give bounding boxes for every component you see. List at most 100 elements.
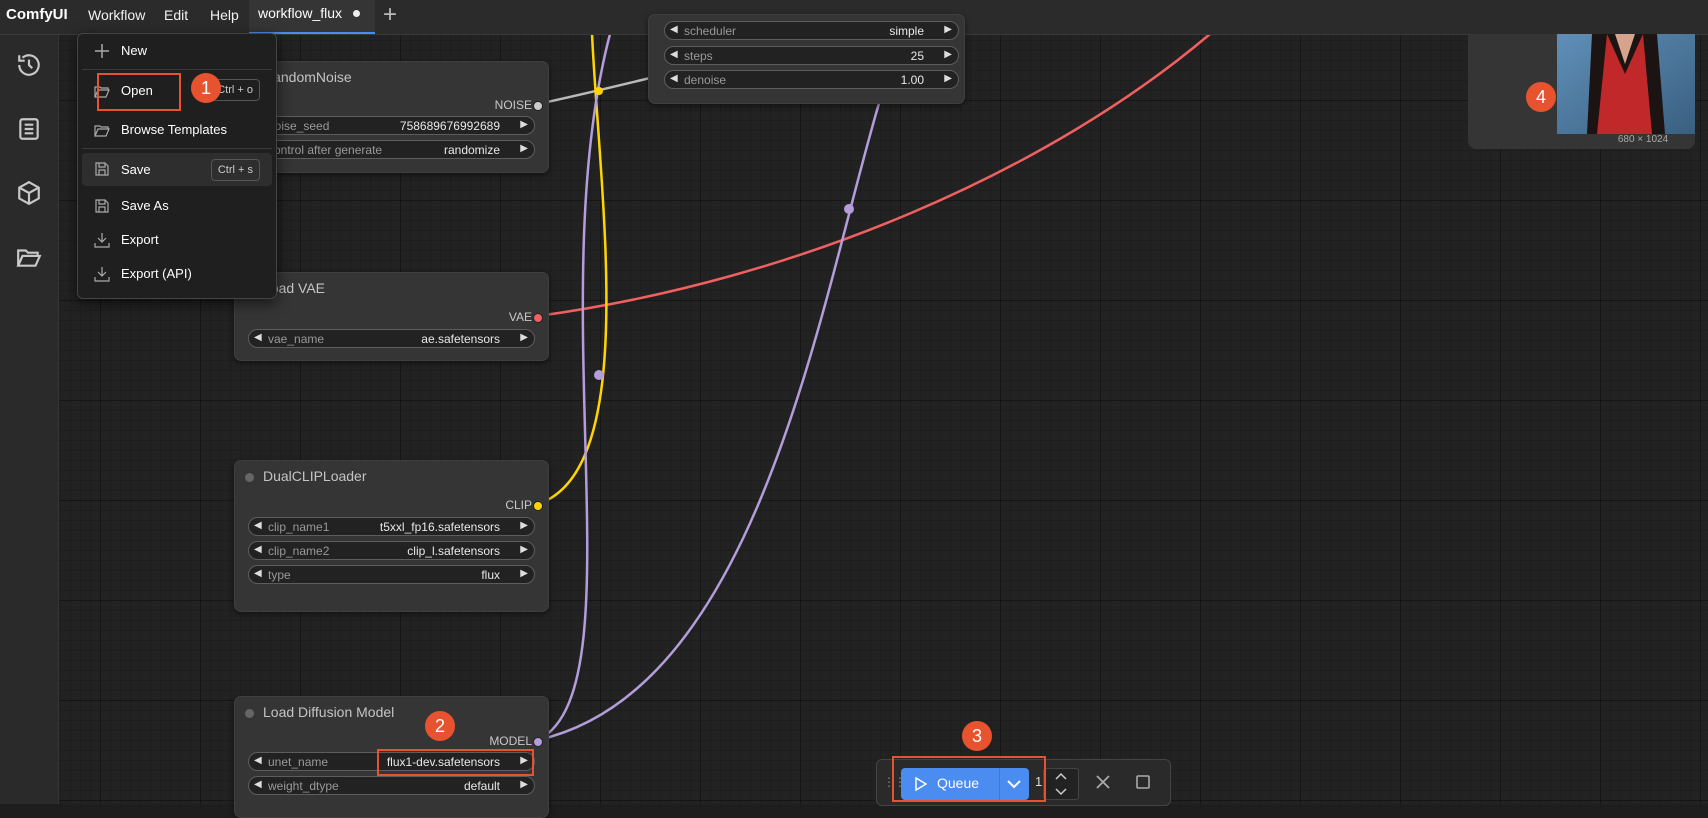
increment-arrow-icon[interactable]: ▶ <box>520 119 528 130</box>
decrement-arrow-icon[interactable]: ◀ <box>254 779 262 790</box>
plus-icon <box>95 44 109 58</box>
scheduler-label: scheduler <box>684 24 737 38</box>
menu-item-label: Browse Templates <box>121 122 227 137</box>
increment-arrow-icon[interactable]: ▶ <box>520 143 528 154</box>
model-library-icon[interactable] <box>16 180 42 206</box>
steps-label: steps <box>684 49 713 63</box>
batch-count-stepper[interactable] <box>1043 768 1079 800</box>
model-output-label: MODEL <box>489 734 532 748</box>
increment-arrow-icon[interactable]: ▶ <box>520 544 528 555</box>
steps-value: 25 <box>910 49 924 63</box>
menu-item-label: Save <box>121 162 151 177</box>
decrement-arrow-icon[interactable]: ◀ <box>254 332 262 343</box>
menu-item-new[interactable]: New <box>82 36 272 66</box>
menu-item-save[interactable]: Save Ctrl + s <box>82 153 272 186</box>
close-icon[interactable] <box>1096 775 1110 789</box>
menu-item-save-as[interactable]: Save As <box>82 191 272 221</box>
menu-item-browse-templates[interactable]: Browse Templates <box>82 115 272 145</box>
decrement-arrow-icon[interactable]: ◀ <box>254 755 262 766</box>
annotation-queue-highlight <box>892 756 1046 802</box>
model-link-2 <box>537 99 882 742</box>
preview-size-label: 680 × 1024 <box>1617 134 1669 145</box>
vae-output-port[interactable] <box>533 313 543 323</box>
menu-item-label: Save As <box>121 198 169 213</box>
clip-type-widget[interactable]: ◀ type flux ▶ <box>248 565 535 584</box>
annotation-badge-1: 1 <box>191 73 221 103</box>
vae-name-label: vae_name <box>268 332 325 346</box>
increment-arrow-icon[interactable]: ▶ <box>520 779 528 790</box>
increment-arrow-icon[interactable]: ▶ <box>520 520 528 531</box>
menu-divider <box>82 69 272 70</box>
noise-output-port[interactable] <box>533 101 543 111</box>
menu-item-export[interactable]: Export <box>82 225 272 255</box>
control-after-generate-widget[interactable]: ◀control after generaterandomize▶ <box>248 140 535 159</box>
increment-arrow-icon[interactable]: ▶ <box>944 49 952 60</box>
clip-name2-widget[interactable]: ◀ clip_name2 clip_l.safetensors ▶ <box>248 541 535 560</box>
noise-seed-label: noise_seed <box>268 119 330 133</box>
weight-dtype-widget[interactable]: ◀ weight_dtype default ▶ <box>248 776 535 795</box>
menu-item-label: Export (API) <box>121 266 192 281</box>
decrement-arrow-icon[interactable]: ◀ <box>254 520 262 531</box>
decrement-arrow-icon[interactable]: ◀ <box>670 24 678 35</box>
workflow-tab[interactable]: workflow_flux <box>249 0 375 34</box>
annotation-badge-4: 4 <box>1526 82 1556 112</box>
random-noise-node[interactable]: RandomNoise NOISE ◀noise_seed75868967699… <box>234 61 549 173</box>
model-output-port[interactable] <box>533 737 543 747</box>
new-tab-button[interactable]: + <box>383 3 397 27</box>
scheduler-widget[interactable]: ◀ scheduler simple ▶ <box>664 21 959 40</box>
vae-name-widget[interactable]: ◀ vae_name ae.safetensors ▶ <box>248 329 535 348</box>
chevron-down-icon[interactable] <box>1055 788 1067 796</box>
clip-output-label: CLIP <box>505 498 532 512</box>
increment-arrow-icon[interactable]: ▶ <box>944 24 952 35</box>
vae-output-label: VAE <box>508 310 532 324</box>
decrement-arrow-icon[interactable]: ◀ <box>670 49 678 60</box>
noise-seed-widget[interactable]: ◀noise_seed758689676992689▶ <box>248 116 535 135</box>
node-collapse-dot[interactable] <box>245 709 254 718</box>
decrement-arrow-icon[interactable]: ◀ <box>670 73 678 84</box>
denoise-widget[interactable]: ◀ denoise 1.00 ▶ <box>664 70 959 89</box>
clip-name2-label: clip_name2 <box>268 544 330 558</box>
menu-item-label: Export <box>121 232 159 247</box>
node-collapse-dot[interactable] <box>245 473 254 482</box>
shortcut-hint: Ctrl + s <box>210 159 260 181</box>
menu-workflow[interactable]: Workflow <box>88 7 145 23</box>
queue-list-icon[interactable] <box>16 116 42 142</box>
preview-image-node[interactable]: 680 × 1024 <box>1468 34 1695 149</box>
increment-arrow-icon[interactable]: ▶ <box>520 568 528 579</box>
clip-name1-widget[interactable]: ◀ clip_name1 t5xxl_fp16.safetensors ▶ <box>248 517 535 536</box>
clip-output-port[interactable] <box>533 501 543 511</box>
load-vae-node[interactable]: Load VAE VAE ◀ vae_name ae.safetensors ▶ <box>234 272 549 361</box>
chevron-up-icon[interactable] <box>1055 772 1067 780</box>
history-icon[interactable] <box>16 52 42 78</box>
stop-square-icon[interactable] <box>1136 775 1150 789</box>
model-reroute-dot-2 <box>844 204 854 214</box>
basic-scheduler-node[interactable]: ◀ scheduler simple ▶ ◀ steps 25 ▶ ◀ denoise 1.00… <box>648 14 965 104</box>
unsaved-dot-icon <box>353 10 360 17</box>
preview-image[interactable] <box>1557 34 1695 134</box>
clip-type-label: type <box>268 568 291 582</box>
increment-arrow-icon[interactable]: ▶ <box>944 73 952 84</box>
steps-widget[interactable]: ◀ steps 25 ▶ <box>664 46 959 65</box>
node-title: Load Diffusion Model <box>263 704 395 720</box>
annotation-badge-2: 2 <box>425 711 455 741</box>
download-icon <box>94 267 110 282</box>
decrement-arrow-icon[interactable]: ◀ <box>254 544 262 555</box>
unet-name-label: unet_name <box>268 755 329 769</box>
increment-arrow-icon[interactable]: ▶ <box>520 332 528 343</box>
menu-divider <box>82 148 272 149</box>
annotation-open-highlight <box>97 73 181 111</box>
app-logo[interactable]: ComfyUI <box>6 6 68 23</box>
save-as-icon <box>95 199 109 213</box>
noise-seed-value: 758689676992689 <box>399 119 500 133</box>
menu-item-label: New <box>121 43 148 58</box>
decrement-arrow-icon[interactable]: ◀ <box>254 568 262 579</box>
clip-name2-value: clip_l.safetensors <box>407 544 500 558</box>
control-label: control after generate <box>268 143 383 157</box>
workflows-folder-icon[interactable] <box>16 244 42 270</box>
node-title: DualCLIPLoader <box>263 468 367 484</box>
menu-item-export-api[interactable]: Export (API) <box>82 259 272 289</box>
menu-edit[interactable]: Edit <box>164 7 188 23</box>
dual-clip-loader-node[interactable]: DualCLIPLoader CLIP ◀ clip_name1 t5xxl_fp1… <box>234 460 549 612</box>
weight-dtype-label: weight_dtype <box>268 779 339 793</box>
menu-help[interactable]: Help <box>210 7 239 23</box>
